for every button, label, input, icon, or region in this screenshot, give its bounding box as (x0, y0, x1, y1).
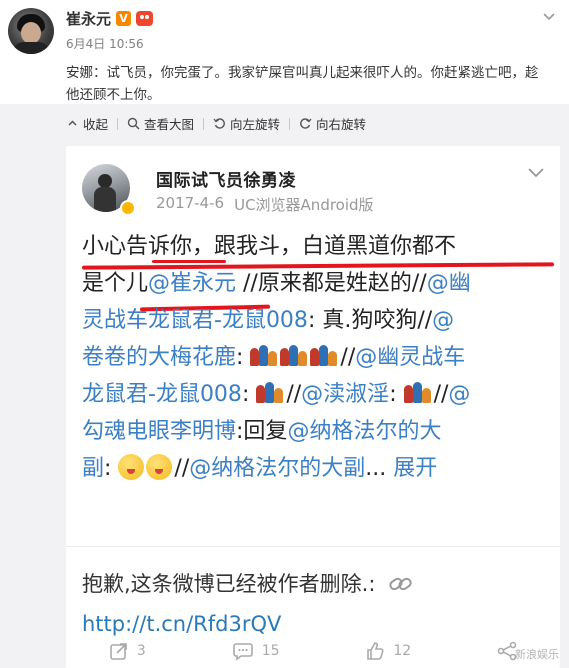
mention-link: 副 (82, 456, 105, 481)
author-row: 崔永元 V (66, 8, 154, 29)
comment-action: 15 (232, 641, 280, 661)
body-text: ... (365, 456, 394, 481)
screenshot-client: UC浏览器Android版 (234, 196, 374, 214)
like-count: 12 (393, 643, 412, 659)
chevron-down-icon (528, 168, 544, 178)
body-text: : (389, 382, 404, 407)
body-text: //原来都是姓赵的// (236, 271, 427, 296)
deleted-notice: 抱歉,这条微博已经被作者删除.: http://t.cn/Rfd3rQV (82, 564, 542, 644)
mention-link: 勾魂电眼李明博 (82, 419, 237, 444)
deleted-text: 抱歉,这条微博已经被作者删除.: (82, 572, 376, 596)
body-text: : (104, 456, 119, 481)
mention-link: 龙鼠君-龙鼠008 (82, 382, 242, 407)
mention-link: @纳格法尔的大 (287, 419, 442, 444)
family-emoji-icon (256, 382, 284, 403)
view-large-label: 查看大图 (144, 117, 195, 132)
collapse-icon (68, 120, 77, 126)
body-line: 龙鼠君-龙鼠008: //@渎淑淫: //@ (82, 376, 552, 413)
mention-link: @幽灵战车 (355, 345, 466, 370)
family-emoji-icon (310, 345, 338, 366)
like-action: 12 (365, 641, 411, 661)
post-text: 安娜：试飞员，你完蛋了。我家铲屎官叫真儿起来很吓人的。你赶紧逃亡吧，趁他还顾不上… (66, 65, 539, 103)
screenshot-action-bar: 3 15 12 (66, 634, 560, 668)
weibo-post: 崔永元 V 6月4日 10:56 安娜：试飞员，你完蛋了。我家铲屎官叫真儿起来很… (0, 0, 569, 104)
screenshot-author-name: 国际试飞员徐勇凌 (156, 171, 296, 191)
screenshot-image[interactable]: 国际试飞员徐勇凌 2017-4-6 UC浏览器Android版 小心告诉你，跟我… (66, 146, 560, 668)
family-emoji-icon (403, 382, 431, 403)
body-text: : 真.狗咬狗// (307, 308, 433, 333)
body-text: // (174, 456, 190, 481)
rotate-left-icon (213, 118, 225, 129)
body-text: // (433, 382, 449, 407)
body-text: // (340, 345, 356, 370)
collapse-label: 收起 (83, 117, 109, 132)
author-name[interactable]: 崔永元 (66, 8, 111, 29)
rotate-right-label: 向右旋转 (316, 117, 367, 132)
view-large-button[interactable]: 查看大图 (118, 114, 203, 133)
link-icon (389, 577, 412, 591)
body-line: 灵战车龙鼠君-龙鼠008: 真.狗咬狗//@ (82, 302, 552, 339)
post-time[interactable]: 6月4日 10:56 (66, 35, 144, 52)
body-line: 副: //@纳格法尔的大副... 展开 (82, 450, 552, 487)
body-text: : (241, 382, 257, 407)
mention-link: @幽 (426, 271, 471, 296)
screenshot-body: 小心告诉你，跟我斗，白道黑道你都不 是个儿@崔永元 //原来都是姓赵的//@幽 … (82, 228, 552, 487)
repost-action: 3 (109, 641, 146, 661)
blush-emoji-icon (146, 454, 173, 480)
verified-badge-icon (120, 200, 136, 216)
mention-link: @渎淑淫 (301, 382, 390, 407)
member-badge-icon (136, 11, 154, 26)
mention-link: 卷卷的大梅花鹿 (82, 345, 237, 370)
mention-link: @崔永元 (148, 271, 237, 296)
body-line: 勾魂电眼李明博:回复@纳格法尔的大 (82, 413, 552, 450)
image-toolbar: 收起 查看大图 向左旋转 向右旋转 (66, 114, 375, 133)
body-text: 是个儿 (82, 271, 149, 296)
comment-icon (232, 643, 253, 661)
comment-count: 15 (261, 643, 280, 659)
thumbs-up-icon (367, 642, 384, 660)
divider (66, 546, 560, 547)
rotate-right-icon (300, 118, 312, 129)
repost-count: 3 (136, 643, 146, 659)
screenshot-date: 2017-4-6 (156, 194, 225, 212)
body-text: 小心告诉你，跟我斗，白道黑道你都不 (82, 234, 457, 259)
repost-icon (110, 643, 127, 660)
collapse-button[interactable]: 收起 (66, 114, 117, 133)
body-text: :回复 (236, 419, 288, 444)
mention-link: @ (432, 308, 455, 333)
author-avatar[interactable] (8, 8, 54, 54)
body-text: : (236, 345, 251, 370)
mention-link: @ (448, 382, 471, 407)
verified-badge: V (116, 11, 132, 26)
watermark: 新浪娱乐 (515, 648, 559, 661)
body-line: 是个儿@崔永元 //原来都是姓赵的//@幽 (82, 265, 552, 302)
rotate-left-label: 向左旋转 (230, 117, 281, 132)
body-line: 卷卷的大梅花鹿: //@幽灵战车 (82, 339, 552, 376)
magnifier-icon (127, 117, 140, 130)
mention-link: @纳格法尔的大副 (189, 456, 366, 481)
screenshot-meta: 2017-4-6 UC浏览器Android版 (156, 194, 374, 215)
blush-emoji-icon (118, 454, 145, 480)
family-emoji-icon (280, 345, 308, 366)
expand-link: 展开 (393, 456, 438, 481)
chevron-down-icon[interactable] (541, 8, 557, 24)
mention-link: 灵战车龙鼠君-龙鼠008 (82, 308, 308, 333)
body-text: // (286, 382, 302, 407)
rotate-left-button[interactable]: 向左旋转 (204, 114, 289, 133)
body-line: 小心告诉你，跟我斗，白道黑道你都不 (82, 228, 552, 265)
media-area: 收起 查看大图 向左旋转 向右旋转 国际试飞员徐勇凌 2017-4-6 UC浏览… (0, 104, 569, 668)
rotate-right-button[interactable]: 向右旋转 (290, 114, 375, 133)
family-emoji-icon (250, 345, 278, 366)
